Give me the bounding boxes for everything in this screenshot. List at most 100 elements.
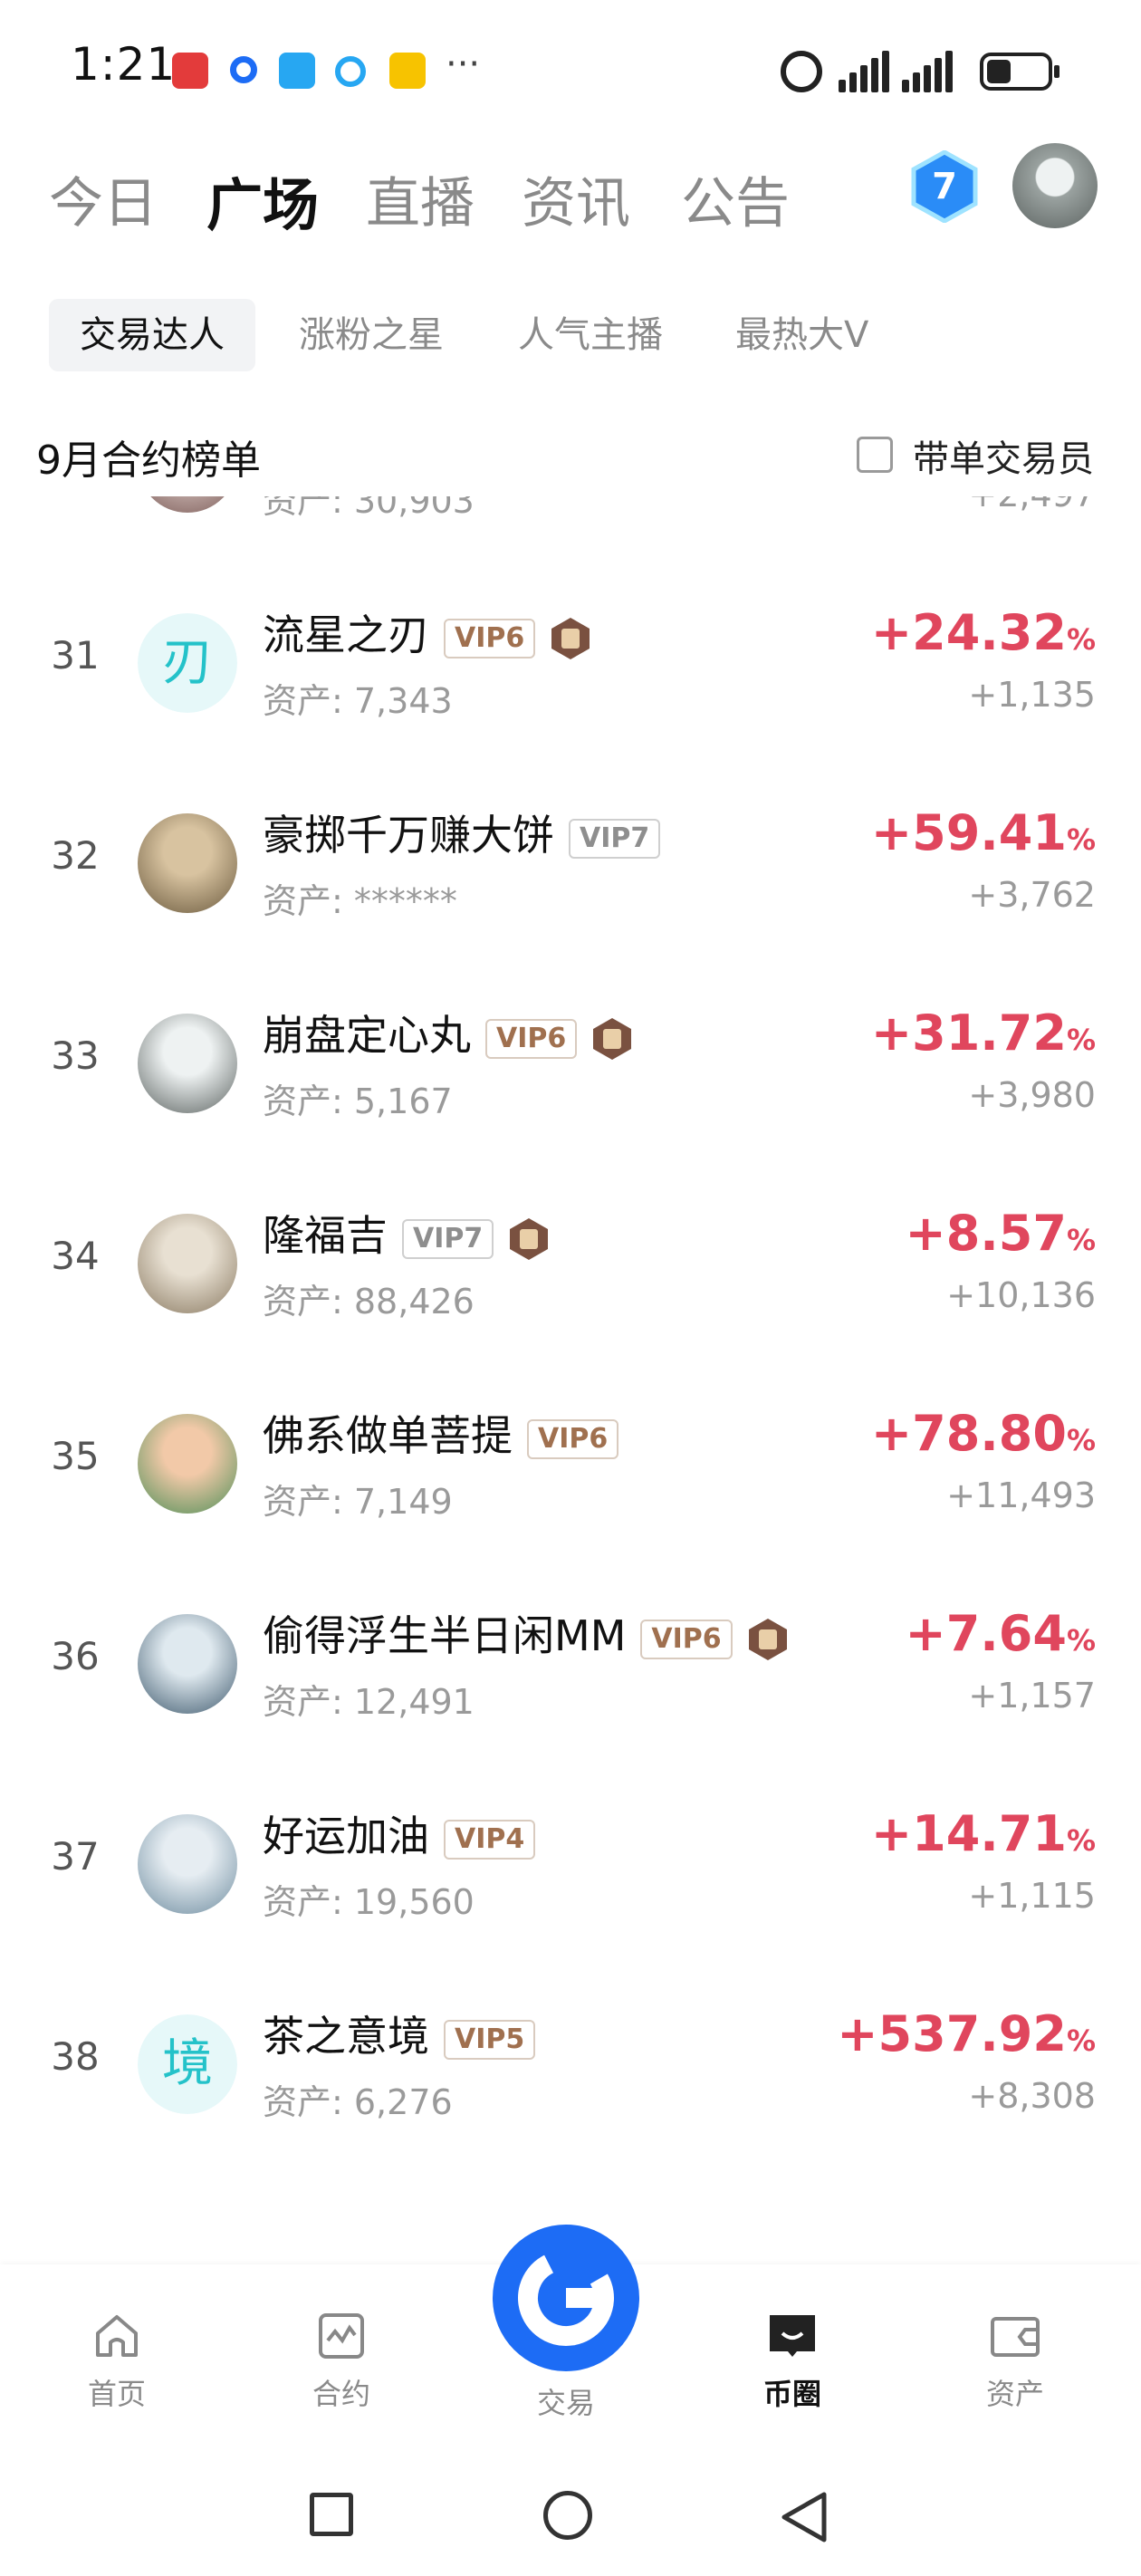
alarm-icon <box>781 51 822 92</box>
subtab-hottest-v[interactable]: 最热大V <box>735 299 868 371</box>
nav-contract[interactable]: 合约 <box>283 2310 400 2413</box>
home-button[interactable] <box>543 2491 592 2540</box>
nav-community-label: 币圈 <box>762 2377 821 2411</box>
trader-name[interactable]: 茶之意境 <box>263 2012 429 2061</box>
copy-trader-label[interactable]: 带单交易员 <box>913 429 1094 482</box>
profit-amount: +3,980 <box>968 1075 1096 1115</box>
nav-contract-label: 合约 <box>312 2377 370 2411</box>
leaderboard-row[interactable]: 32 豪掷千万赚大饼 VIP7 资产: ****** +59.41% +3,762 <box>0 768 1141 968</box>
trader-avatar[interactable] <box>138 813 237 913</box>
return-value: +7.64 <box>905 1605 1067 1662</box>
profit-amount: +1,135 <box>968 675 1096 715</box>
nav-assets[interactable]: 资产 <box>956 2310 1074 2413</box>
profit-amount: +1,115 <box>968 1876 1096 1916</box>
trader-name-line: 隆福吉 VIP7 <box>263 1203 550 1263</box>
message-app-icon <box>279 53 315 89</box>
return-percent: +59.41% <box>871 804 1096 861</box>
leaderboard-row[interactable]: 30资产: 30,903+2,497 <box>0 496 1141 568</box>
status-time: 1:21 <box>71 38 177 91</box>
nav-trade-label[interactable]: 交易 <box>493 2380 639 2422</box>
return-value: +59.41 <box>870 804 1067 861</box>
tab-today[interactable]: 今日 <box>49 159 158 238</box>
tab-square[interactable]: 广场 <box>206 159 319 241</box>
leaderboard-row[interactable]: 38 境茶之意境 VIP5 资产: 6,276 +537.92% +8,308 <box>0 1969 1141 2169</box>
leaderboard-row[interactable]: 35 佛系做单菩提 VIP6 资产: 7,149 +78.80% +11,493 <box>0 1369 1141 1569</box>
copy-trader-checkbox[interactable] <box>857 437 893 473</box>
trader-assets: 资产: 88,426 <box>263 1282 475 1322</box>
trader-name-line: 佛系做单菩提 VIP6 <box>263 1403 619 1463</box>
tab-live[interactable]: 直播 <box>366 159 475 238</box>
vip-badge: VIP6 <box>527 1418 619 1459</box>
home-icon <box>96 2315 138 2357</box>
trader-name[interactable]: 豪掷千万赚大饼 <box>263 811 554 860</box>
return-value: +537.92 <box>837 2005 1067 2062</box>
nav-home[interactable]: 首页 <box>58 2310 176 2413</box>
trader-assets: 资产: 12,491 <box>263 1682 475 1722</box>
rank-number: 37 <box>51 1834 100 1879</box>
trader-assets: 资产: 19,560 <box>263 1882 475 1922</box>
trader-name-line: 流星之刃 VIP6 <box>263 602 591 662</box>
return-percent: +24.32% <box>871 604 1096 661</box>
trader-medal-icon <box>748 1618 787 1660</box>
trader-name[interactable]: 流星之刃 <box>263 610 429 659</box>
meituan-app-icon <box>389 53 426 89</box>
percent-sign: % <box>1066 2023 1096 2058</box>
leaderboard-row[interactable]: 31 刃流星之刃 VIP6 资产: 7,343 +24.32% +1,135 <box>0 568 1141 768</box>
trader-avatar[interactable] <box>138 1214 237 1313</box>
return-percent: +537.92% <box>837 2005 1096 2062</box>
return-value: +8.57 <box>905 1205 1067 1262</box>
trader-name[interactable]: 隆福吉 <box>263 1211 388 1260</box>
recent-apps-button[interactable] <box>310 2493 353 2536</box>
vip-badge: VIP5 <box>444 2019 536 2060</box>
rank-number: 38 <box>51 2034 100 2079</box>
trader-name[interactable]: 偷得浮生半日闲MM <box>263 1611 626 1660</box>
trader-avatar[interactable]: 境 <box>138 2014 237 2114</box>
trader-name-line: 崩盘定心丸 VIP6 <box>263 1003 633 1062</box>
profile-avatar[interactable] <box>1012 143 1098 228</box>
trader-name[interactable]: 佛系做单菩提 <box>263 1411 513 1460</box>
tab-news[interactable]: 资讯 <box>522 159 630 238</box>
rank-number: 32 <box>51 833 100 878</box>
back-button[interactable] <box>777 2489 831 2545</box>
trader-assets: 资产: ****** <box>263 881 457 921</box>
leaderboard-row[interactable]: 37 好运加油 VIP4 资产: 19,560 +14.71% +1,115 <box>0 1769 1141 1969</box>
level-number: 7 <box>932 166 957 207</box>
status-bar: 1:21 ··· <box>0 0 1141 136</box>
nav-community[interactable]: 币圈 <box>734 2310 851 2413</box>
trade-button[interactable] <box>493 2225 639 2371</box>
trader-avatar[interactable]: 刃 <box>138 613 237 713</box>
profit-amount: +2,497 <box>968 496 1096 514</box>
wallet-icon <box>991 2317 1040 2357</box>
percent-sign: % <box>1066 622 1096 657</box>
return-value: +78.80 <box>870 1405 1067 1462</box>
tab-announcements[interactable]: 公告 <box>681 159 790 238</box>
trader-avatar[interactable] <box>138 1414 237 1514</box>
community-icon <box>770 2315 815 2357</box>
trader-name[interactable]: 好运加油 <box>263 1812 429 1860</box>
percent-sign: % <box>1066 1423 1096 1457</box>
huawei-app-icon <box>172 53 208 89</box>
profit-amount: +11,493 <box>946 1475 1096 1515</box>
trader-name-line: 茶之意境 VIP5 <box>263 2004 536 2063</box>
nav-home-label: 首页 <box>87 2377 146 2411</box>
trader-avatar[interactable] <box>138 496 237 513</box>
subtab-rising-stars[interactable]: 涨粉之星 <box>299 299 444 371</box>
profit-amount: +10,136 <box>946 1275 1096 1315</box>
trader-avatar[interactable] <box>138 1614 237 1714</box>
trader-name-line: 豪掷千万赚大饼 VIP7 <box>263 803 661 862</box>
return-percent: +31.72% <box>871 1004 1096 1062</box>
subtab-top-traders[interactable]: 交易达人 <box>49 299 255 371</box>
trader-avatar[interactable] <box>138 1814 237 1914</box>
leaderboard-row[interactable]: 33 崩盘定心丸 VIP6 资产: 5,167 +31.72% +3,980 <box>0 968 1141 1168</box>
trader-name[interactable]: 崩盘定心丸 <box>263 1011 471 1060</box>
leaderboard-list[interactable]: 30资产: 30,903+2,49731刃流星之刃VIP6资产: 7,343+2… <box>0 496 1141 2308</box>
subtab-popular-hosts[interactable]: 人气主播 <box>518 299 663 371</box>
trader-assets: 资产: 7,149 <box>263 1482 453 1522</box>
trader-avatar[interactable] <box>138 1014 237 1113</box>
level-badge[interactable]: 7 <box>911 149 978 224</box>
leaderboard-row[interactable]: 36 偷得浮生半日闲MM VIP6 资产: 12,491 +7.64% +1,157 <box>0 1569 1141 1769</box>
trader-medal-icon <box>551 617 590 659</box>
rank-number: 34 <box>51 1234 100 1278</box>
leaderboard-row[interactable]: 34 隆福吉 VIP7 资产: 88,426 +8.57% +10,136 <box>0 1168 1141 1369</box>
trader-name-line: 偷得浮生半日闲MM VIP6 <box>263 1603 789 1663</box>
